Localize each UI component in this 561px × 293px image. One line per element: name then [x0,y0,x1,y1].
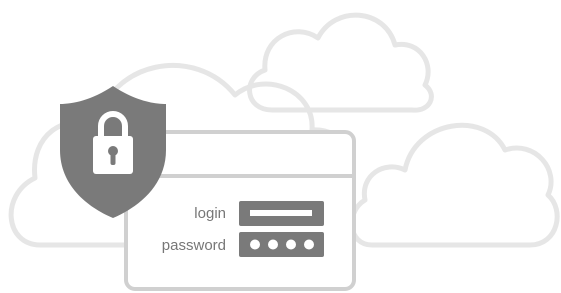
login-label: login [194,205,226,222]
password-label: password [162,237,226,254]
cloud-icon [247,12,434,113]
login-field-text [250,210,312,216]
cloud-icon [349,122,560,248]
login-security-illustration: login password [8,12,560,291]
